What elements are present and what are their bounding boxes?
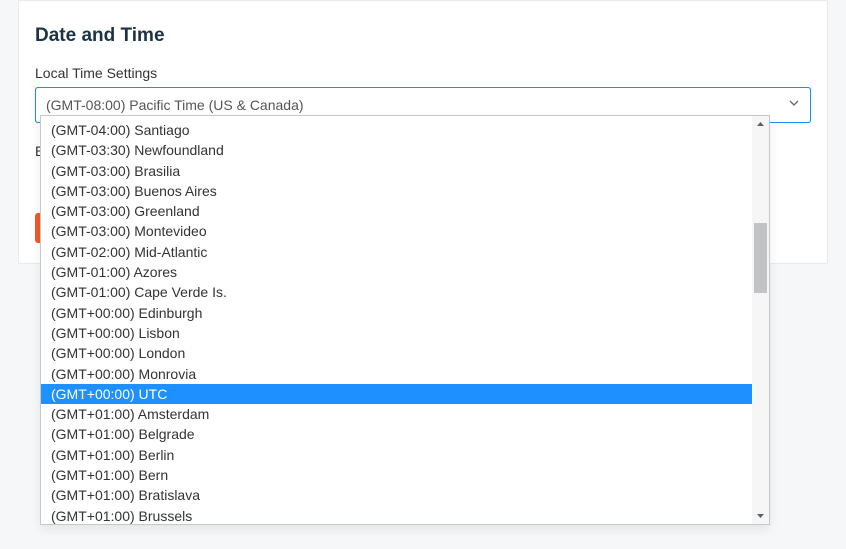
timezone-option[interactable]: (GMT+01:00) Bern [41,465,752,485]
scroll-up-arrow-icon[interactable] [752,116,769,133]
timezone-option[interactable]: (GMT-02:00) Mid-Atlantic [41,242,752,262]
timezone-option[interactable]: (GMT-03:30) Newfoundland [41,140,752,160]
section-title: Date and Time [35,25,811,47]
chevron-down-icon [788,96,800,114]
timezone-option[interactable]: (GMT+01:00) Belgrade [41,424,752,444]
timezone-option[interactable]: (GMT-01:00) Azores [41,262,752,282]
timezone-option[interactable]: (GMT+01:00) Amsterdam [41,404,752,424]
timezone-option[interactable]: (GMT-03:00) Greenland [41,201,752,221]
timezone-option[interactable]: (GMT+00:00) Monrovia [41,364,752,384]
timezone-option[interactable]: (GMT-04:00) Santiago [41,120,752,140]
timezone-dropdown: (GMT-04:00) Santiago(GMT-03:30) Newfound… [40,115,770,525]
timezone-option[interactable]: (GMT+01:00) Berlin [41,445,752,465]
scroll-track[interactable] [752,133,769,507]
timezone-option[interactable]: (GMT+01:00) Bratislava [41,485,752,505]
timezone-option[interactable]: (GMT+00:00) London [41,343,752,363]
timezone-option[interactable]: (GMT-01:00) Cape Verde Is. [41,282,752,302]
card-content: Date and Time Local Time Settings (GMT-0… [19,25,827,123]
scroll-thumb[interactable] [754,223,767,293]
field-label: Local Time Settings [35,65,811,81]
timezone-option[interactable]: (GMT+00:00) Lisbon [41,323,752,343]
scroll-down-arrow-icon[interactable] [752,507,769,524]
select-value: (GMT-08:00) Pacific Time (US & Canada) [46,97,304,113]
timezone-option[interactable]: (GMT+00:00) Edinburgh [41,303,752,323]
timezone-option[interactable]: (GMT-03:00) Brasilia [41,161,752,181]
timezone-option[interactable]: (GMT-03:00) Buenos Aires [41,181,752,201]
timezone-option[interactable]: (GMT+01:00) Brussels [41,506,752,524]
scrollbar[interactable] [752,116,769,524]
timezone-option[interactable]: (GMT-03:00) Montevideo [41,221,752,241]
dropdown-list[interactable]: (GMT-04:00) Santiago(GMT-03:30) Newfound… [41,116,752,524]
timezone-option[interactable]: (GMT+00:00) UTC [41,384,752,404]
